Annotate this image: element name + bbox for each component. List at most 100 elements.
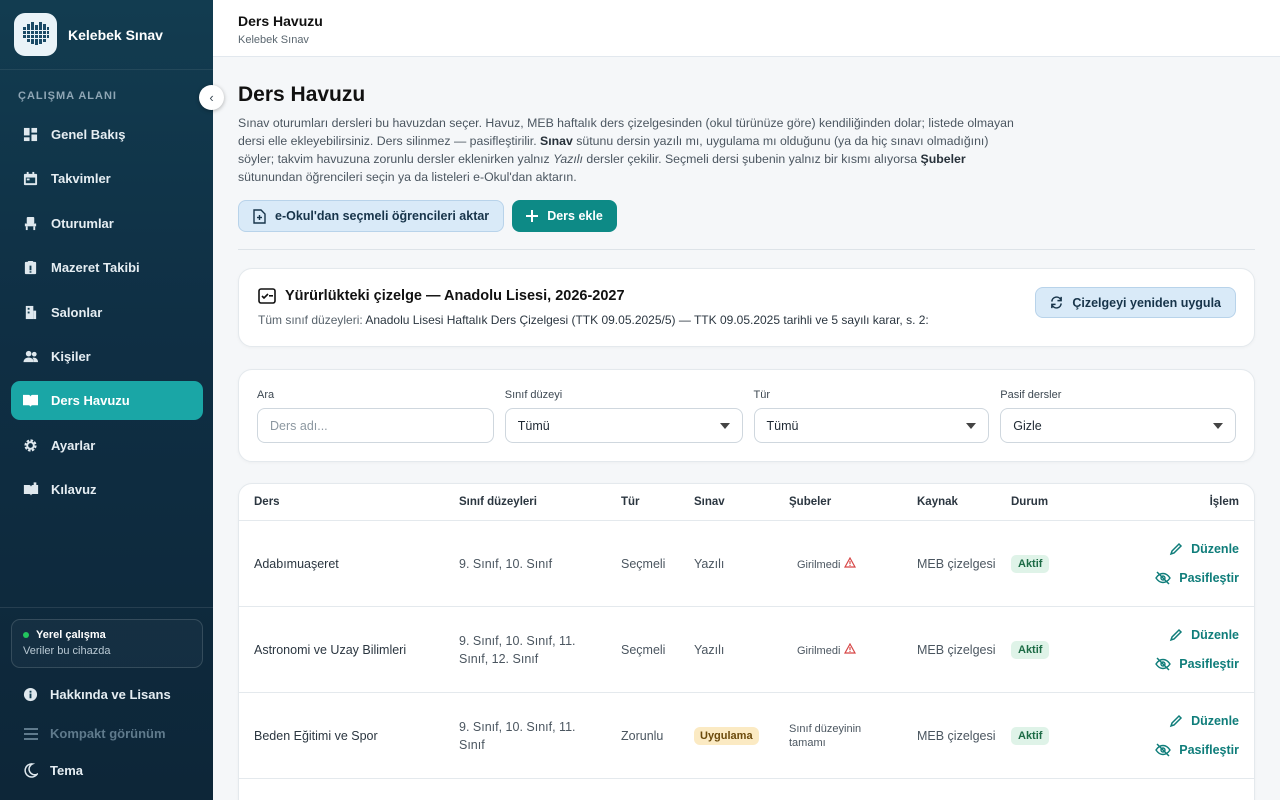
refresh-icon [1050,296,1063,309]
topbar: Ders Havuzu Kelebek Sınav [213,0,1280,57]
reapply-label: Çizelgeyi yeniden uygula [1072,295,1221,310]
sidebar-item-overview[interactable]: Genel Bakış [11,115,203,154]
desc-bold: Sınav [540,134,573,148]
desc-italic: Yazılı [553,152,583,166]
warning-icon [844,556,857,568]
calendar-icon [22,170,39,187]
brand-name: Kelebek Sınav [68,26,163,43]
eye-off-icon [1155,657,1172,671]
course-source: MEB çizelgesi [917,642,996,657]
section-label: ÇALIŞMA ALANI [18,90,117,102]
about-license-link[interactable]: Hakkında ve Lisans [22,687,171,702]
sidebar-item-people[interactable]: Kişiler [11,337,203,376]
main-content: Ders Havuzu Sınav oturumları dersleri bu… [238,57,1255,800]
deactivate-button[interactable]: Pasifleştir [1155,743,1239,757]
eye-off-icon [1155,743,1172,757]
edit-button[interactable]: Düzenle [1169,628,1239,642]
desc-text: sütunundan öğrencileri seçin ya da liste… [238,170,577,184]
edit-label: Düzenle [1191,714,1239,728]
reapply-schedule-button[interactable]: Çizelgeyi yeniden uygula [1035,287,1236,318]
search-placeholder: Ders adı... [270,418,328,433]
deactivate-label: Pasifleştir [1179,743,1239,757]
col-grades[interactable]: Sınıf düzeyleri [459,493,621,511]
deactivate-button[interactable]: Pasifleştir [1155,657,1239,671]
edit-button[interactable]: Düzenle [1169,542,1239,556]
collapse-sidebar-button[interactable]: ‹ [199,85,224,110]
grade-select[interactable]: Tümü [504,408,743,443]
col-branches[interactable]: Şubeler [789,496,917,508]
sidebar-item-label: Genel Bakış [51,127,126,142]
exam-badge: Uygulama [694,726,759,745]
edit-label: Düzenle [1191,628,1239,642]
about-license-label: Hakkında ve Lisans [50,687,171,702]
compact-icon [22,727,39,740]
course-type: Zorunlu [621,728,664,743]
course-exam: Yazılı [694,556,725,571]
grade-label: Sınıf düzeyi [504,389,563,401]
compact-view-toggle[interactable]: Kompakt görünüm [22,726,166,741]
grade-value: Tümü [517,418,550,433]
col-type[interactable]: Tür [621,496,694,508]
schedule-title: Yürürlükteki çizelge — Anadolu Lisesi, 2… [285,288,625,304]
col-course[interactable]: Ders [239,496,459,508]
compact-view-label: Kompakt görünüm [50,726,166,741]
edit-button[interactable]: Düzenle [1169,714,1239,728]
sidebar-divider [0,607,213,608]
divider [238,249,1255,250]
table-row: Adabımuaşeret 9. Sınıf, 10. Sınıf Seçmel… [239,521,1254,607]
desc-text: dersler çekilir. Seçmeli dersi şubenin y… [582,152,921,166]
course-name: Adabımuaşeret [254,556,339,571]
passive-value: Gizle [1013,418,1042,433]
chevron-down-icon [966,422,977,429]
warning-icon [844,642,857,654]
status-dot [23,632,29,638]
course-branches[interactable]: Sınıf düzeyinin tamamı [789,722,917,750]
col-source[interactable]: Kaynak [917,493,1011,511]
col-actions: İşlem [1209,496,1239,508]
pencil-icon [1169,628,1183,642]
status-badge: Aktif [1011,554,1050,573]
import-eokul-label: e-Okul'dan seçmeli öğrencileri aktar [275,209,490,223]
import-eokul-button[interactable]: e-Okul'dan seçmeli öğrencileri aktar [238,200,505,232]
course-grades: 9. Sınıf, 10. Sınıf, 11. Sınıf [459,719,576,752]
search-label: Ara [257,389,275,401]
sidebar-item-sessions[interactable]: Oturumlar [11,204,203,243]
status-badge: Aktif [1011,640,1050,659]
chair-icon [22,215,39,232]
sidebar-item-halls[interactable]: Salonlar [11,293,203,332]
deactivate-label: Pasifleştir [1179,571,1239,585]
type-select[interactable]: Tümü [753,408,990,443]
deactivate-button[interactable]: Pasifleştir [1155,571,1239,585]
sidebar-item-calendars[interactable]: Takvimler [11,159,203,198]
chevron-down-icon [1213,422,1223,429]
branches-value: Girilmedi [797,558,841,571]
add-course-button[interactable]: Ders ekle [512,200,617,232]
add-course-label: Ders ekle [547,209,603,223]
course-type: Seçmeli [621,642,666,657]
col-exam[interactable]: Sınav [694,496,789,508]
brand[interactable]: Kelebek Sınav [0,0,213,70]
moon-icon [22,763,39,778]
report-icon [22,259,39,276]
guide-icon [22,481,39,498]
course-name: Beden Eğitimi ve Spor [254,728,378,743]
sidebar-item-label: Kişiler [51,348,91,364]
plus-icon [526,210,539,222]
passive-select[interactable]: Gizle [1000,408,1236,443]
sidebar-item-excuse-tracking[interactable]: Mazeret Takibi [11,248,203,287]
schedule-check-icon [258,288,276,304]
dashboard-icon [22,126,39,143]
theme-toggle[interactable]: Tema [22,763,83,778]
sidebar-item-settings[interactable]: Ayarlar [11,426,203,465]
col-status[interactable]: Durum [1011,496,1111,508]
course-branches[interactable]: Girilmedi [789,556,917,571]
sidebar-item-guide[interactable]: Kılavuz [11,470,203,509]
sidebar-item-label: Salonlar [51,304,103,320]
course-branches[interactable]: Girilmedi [789,642,917,657]
sidebar-item-course-pool[interactable]: Ders Havuzu [11,381,203,421]
passive-label: Pasif dersler [1000,389,1062,401]
desc-bold: Şubeler [920,152,966,166]
topbar-breadcrumb: Kelebek Sınav [238,34,309,46]
search-input[interactable]: Ders adı... [257,408,494,443]
schedule-value: Anadolu Lisesi Haftalık Ders Çizelgesi (… [365,313,929,327]
